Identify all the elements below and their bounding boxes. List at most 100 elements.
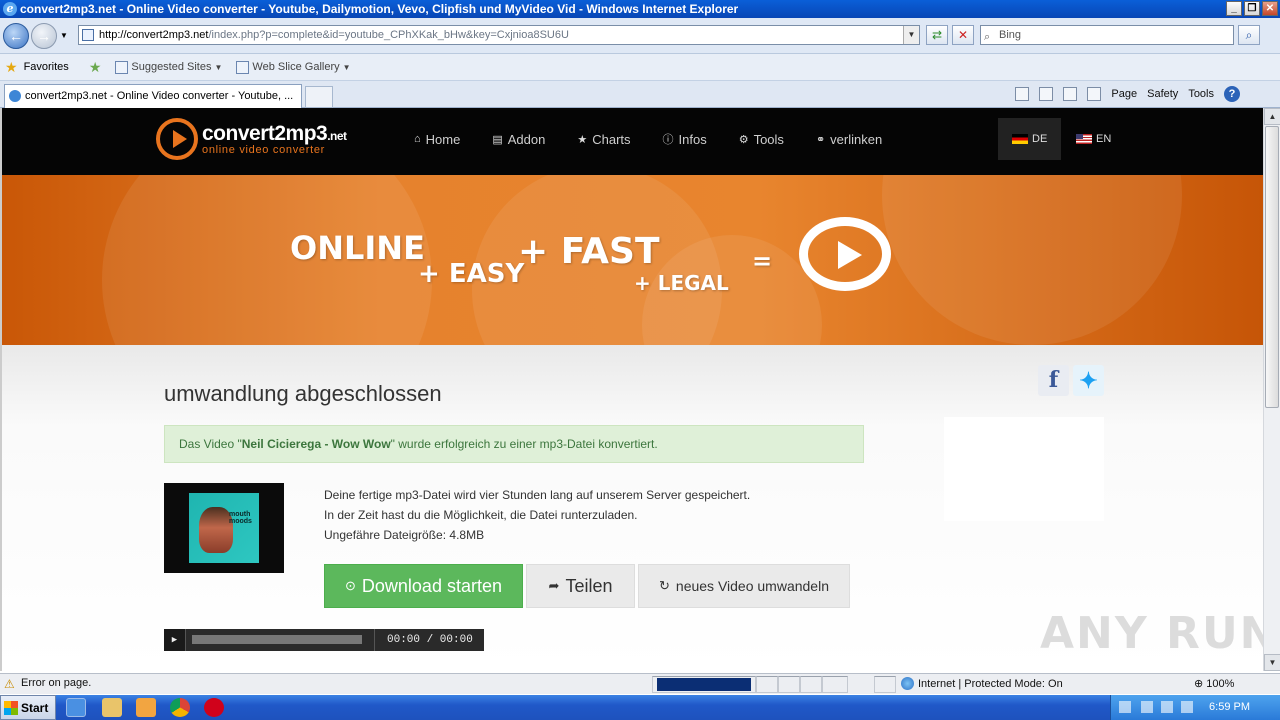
file-size: Ungefähre Dateigröße: 4.8MB: [324, 528, 485, 542]
history-dropdown-icon[interactable]: ▼: [60, 31, 68, 40]
address-dropdown-icon[interactable]: ▼: [903, 26, 919, 44]
us-flag-icon: [1076, 134, 1092, 144]
rss-feed-icon[interactable]: [1039, 87, 1054, 101]
chevron-down-icon: ▼: [214, 62, 223, 72]
security-zone[interactable]: Internet | Protected Mode: On: [901, 677, 1063, 690]
zoom-control[interactable]: ⊕ 100%: [1194, 677, 1234, 690]
nav-item-verlinken[interactable]: ⚭ verlinken: [816, 132, 882, 147]
facebook-icon[interactable]: f: [1038, 365, 1069, 396]
back-button[interactable]: ←: [3, 23, 29, 49]
window-title-bar: e convert2mp3.net - Online Video convert…: [0, 0, 1280, 18]
german-flag-icon: [1012, 134, 1028, 144]
ad-placeholder: [944, 417, 1104, 521]
status-segment: [874, 676, 896, 693]
suggested-sites-link[interactable]: Suggested Sites ▼: [115, 60, 223, 74]
favorites-button[interactable]: Favorites: [24, 61, 69, 73]
address-row: ← → ▼ http://convert2mp3.net/index.php?p…: [0, 18, 1280, 54]
search-button[interactable]: ⌕: [1238, 25, 1260, 45]
search-input[interactable]: ⌕ Bing: [980, 25, 1234, 45]
tools-menu[interactable]: Tools: [1188, 88, 1214, 100]
play-logo-icon: [156, 118, 198, 160]
web-slice-gallery-link[interactable]: Web Slice Gallery ▼: [236, 60, 351, 74]
suggested-sites-label: Suggested Sites: [131, 61, 212, 73]
volume-icon[interactable]: [1181, 701, 1193, 713]
cover-portrait: [199, 507, 233, 553]
nav-item-home[interactable]: ⌂ Home: [414, 132, 460, 147]
chrome-taskbar-icon[interactable]: [170, 698, 190, 717]
close-window-button[interactable]: ✕: [1262, 1, 1278, 16]
media-player-taskbar-icon[interactable]: [136, 698, 156, 717]
security-app-taskbar-icon[interactable]: [204, 698, 224, 717]
minimize-button[interactable]: _: [1226, 1, 1242, 16]
ie-taskbar-icon[interactable]: [66, 698, 86, 717]
alert-prefix: Das Video ": [179, 437, 242, 451]
language-de[interactable]: DE: [998, 118, 1062, 160]
scroll-thumb[interactable]: [1265, 126, 1279, 408]
stop-button[interactable]: ✕: [952, 25, 974, 45]
home-icon[interactable]: [1015, 87, 1030, 101]
language-en[interactable]: EN: [1062, 118, 1125, 160]
nav-item-addon[interactable]: ▤ Addon: [492, 132, 545, 147]
windows-taskbar: Start 6:59 PM: [0, 695, 1280, 720]
scroll-down-icon[interactable]: ▼: [1264, 654, 1280, 671]
zoom-icon: ⊕: [1194, 678, 1204, 690]
nav-item-tools[interactable]: ⚙ Tools: [739, 132, 784, 147]
forward-button[interactable]: →: [31, 23, 57, 49]
chevron-down-icon: ▼: [342, 62, 351, 72]
windows-logo-icon: [4, 700, 18, 715]
network-icon[interactable]: [1161, 701, 1173, 713]
hero-banner: ONLINE + EASY + FAST + LEGAL =: [2, 175, 1263, 345]
share-button[interactable]: ➦ Teilen: [526, 564, 635, 608]
player-time: 00:00 / 00:00: [374, 629, 473, 651]
new-tab-button[interactable]: [305, 86, 333, 108]
convert-new-video-button[interactable]: ↻ neues Video umwandeln: [638, 564, 850, 608]
audio-player: ▶ 00:00 / 00:00: [164, 629, 484, 651]
page-title: umwandlung abgeschlossen: [164, 381, 442, 406]
play-button[interactable]: ▶: [164, 629, 186, 651]
window-title: convert2mp3.net - Online Video converter…: [20, 2, 739, 16]
nav-label: Addon: [507, 131, 546, 147]
favorites-bar: ★ Favorites ★ Suggested Sites ▼ Web Slic…: [0, 54, 1280, 81]
home-icon: ⌂: [414, 133, 421, 145]
download-info: Deine fertige mp3-Datei wird vier Stunde…: [324, 485, 750, 545]
download-button[interactable]: ⊙ Download starten: [324, 564, 523, 608]
info-icon: ⓘ: [662, 134, 674, 146]
address-path: /index.php?p=complete&id=youtube_CPhXKak…: [208, 29, 569, 41]
safety-menu[interactable]: Safety: [1147, 88, 1178, 100]
add-favorites-icon[interactable]: ★: [89, 59, 102, 76]
scroll-up-icon[interactable]: ▲: [1264, 108, 1280, 125]
zoom-level: 100%: [1206, 678, 1235, 690]
nav-item-charts[interactable]: ★ Charts: [577, 132, 630, 147]
status-error[interactable]: Error on page.: [21, 677, 91, 689]
slogan-equals: =: [752, 247, 773, 275]
help-icon[interactable]: ?: [1224, 86, 1240, 102]
refresh-icon: ↻: [659, 578, 670, 593]
page-menu[interactable]: Page: [1111, 88, 1137, 100]
start-button[interactable]: Start: [0, 695, 56, 720]
web-slice-gallery-label: Web Slice Gallery: [252, 61, 340, 73]
vertical-scrollbar[interactable]: ▲ ▼: [1263, 108, 1280, 671]
slogan-online: ONLINE: [290, 229, 425, 267]
twitter-icon[interactable]: ✦: [1073, 365, 1104, 396]
explorer-taskbar-icon[interactable]: [102, 698, 122, 717]
nav-label: Charts: [592, 131, 631, 147]
browser-tab-active[interactable]: convert2mp3.net - Online Video converter…: [4, 84, 302, 108]
page-icon: [236, 60, 250, 74]
start-label: Start: [21, 700, 49, 715]
site-logo[interactable]: convert2mp3.net online video converter: [156, 118, 347, 160]
nav-item-infos[interactable]: ⓘ Infos: [663, 131, 707, 147]
clock: 6:59 PM: [1209, 701, 1250, 713]
mail-icon[interactable]: [1063, 87, 1078, 101]
zone-label: Internet | Protected Mode: On: [918, 677, 1063, 690]
maximize-button[interactable]: ❐: [1244, 1, 1260, 16]
search-icon: ⌕: [984, 31, 991, 43]
print-icon[interactable]: [1087, 87, 1102, 101]
address-bar[interactable]: http://convert2mp3.net/index.php?p=compl…: [78, 25, 920, 45]
social-buttons: f ✦: [1038, 365, 1104, 396]
tray-arrow-icon[interactable]: [1119, 701, 1131, 713]
logo-name: convert2mp3: [202, 121, 328, 145]
warning-icon[interactable]: ⚠: [4, 677, 15, 691]
audio-progress-track[interactable]: [192, 635, 362, 644]
refresh-button[interactable]: ⇄: [926, 25, 948, 45]
flag-icon[interactable]: [1141, 701, 1153, 713]
